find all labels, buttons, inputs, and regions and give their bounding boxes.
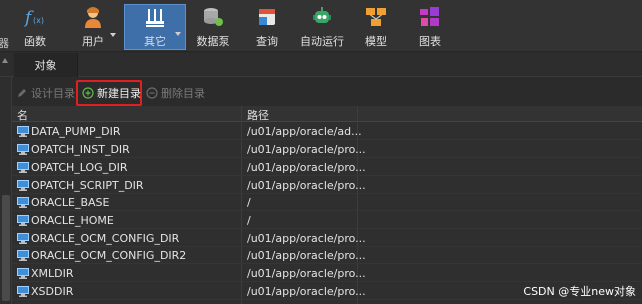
toolbar-model-label: 模型 [365,35,387,48]
header-name[interactable]: 名 [17,107,28,123]
table-row[interactable]: ORACLE_BASE / [12,194,642,211]
toolbar-datapump-button[interactable]: 数据泵 [196,4,230,50]
row-name: XSDDIR [31,285,74,298]
directory-icon [17,126,29,137]
row-path: / [247,214,251,227]
tab-row: 对象 [0,53,642,77]
user-icon [80,4,106,30]
toolbar-other-button[interactable]: 其它 [124,4,186,50]
table-row[interactable]: ORACLE_OCM_CONFIG_DIR2 /u01/app/oracle/p… [12,247,642,264]
table-row[interactable]: ORACLE_OCM_CONFIG_DIR /u01/app/oracle/pr… [12,230,642,247]
object-toolbar: 设计目录 新建目录 删除目录 [12,78,642,106]
watermark: CSDN @专业new对象 [523,285,636,298]
toolbar-user-label: 用户 [82,35,104,48]
pencil-icon [18,89,26,97]
toolbar-autorun-button[interactable]: 自动运行 [300,4,344,50]
row-name: ORACLE_OCM_CONFIG_DIR2 [31,249,187,262]
row-name: ORACLE_BASE [31,196,110,209]
new-directory-button[interactable]: 新建目录 [82,84,141,102]
row-name: ORACLE_HOME [31,214,114,227]
row-name: OPATCH_LOG_DIR [31,161,128,174]
data-pump-icon [200,4,226,30]
toolbar-chart-button[interactable]: 图表 [416,4,444,50]
svg-text:(x): (x) [33,16,44,25]
header-path[interactable]: 路径 [247,107,269,123]
tab-object-label: 对象 [34,59,57,72]
directory-icon [17,233,29,244]
toolbar-datapump-label: 数据泵 [196,35,230,48]
row-name: OPATCH_INST_DIR [31,143,130,156]
directory-table: 名 路径 DATA_PUMP_DIR /u01/app/oracle/ad...… [12,106,642,304]
tools-icon [142,5,168,30]
toolbar-query-label: 查询 [256,35,278,48]
tab-object[interactable]: 对象 [14,53,78,77]
table-row[interactable]: OPATCH_SCRIPT_DIR /u01/app/oracle/pro... [12,177,642,194]
row-path: /u01/app/oracle/pro... [247,161,366,174]
toolbar-function-label: 函数 [24,35,46,48]
row-name: XMLDIR [31,267,74,280]
chart-icon [417,4,443,30]
directory-icon [17,197,29,208]
add-circle-icon [82,87,94,99]
row-path: / [247,196,251,209]
toolbar-user-button[interactable]: 用户 [78,4,116,50]
directory-icon [17,144,29,155]
directory-icon [17,286,29,297]
toolbar-query-button[interactable]: 查询 [252,4,282,50]
table-header: 名 路径 [12,106,642,122]
pin-icon[interactable] [2,58,8,63]
scrollbar-thumb[interactable] [2,195,10,301]
row-name: OPATCH_SCRIPT_DIR [31,179,144,192]
directory-icon [17,162,29,173]
robot-icon [309,4,335,30]
design-directory-label: 设计目录 [31,87,75,100]
table-row[interactable]: ORACLE_HOME / [12,212,642,229]
chevron-down-icon[interactable] [175,32,181,36]
query-icon [254,4,280,30]
remove-circle-icon [146,87,158,99]
chevron-down-icon[interactable] [110,33,116,37]
toolbar-other-label: 其它 [144,35,166,48]
directory-icon [17,180,29,191]
row-path: /u01/app/oracle/pro... [247,267,366,280]
table-row[interactable]: XMLDIR /u01/app/oracle/pro... [12,265,642,282]
directory-icon [17,250,29,261]
model-icon [363,4,389,30]
row-path: /u01/app/oracle/ad... [247,125,362,138]
table-row[interactable]: DATA_PUMP_DIR /u01/app/oracle/ad... [12,123,642,140]
row-path: /u01/app/oracle/pro... [247,249,366,262]
left-panel-strip [0,77,12,304]
new-directory-label: 新建目录 [97,87,141,100]
main-toolbar: 器 f (x) 函数 用户 其它 数据泵 查询 自动运行 模型 图表 [0,0,642,52]
delete-directory-label: 删除目录 [161,87,205,100]
toolbar-function-button[interactable]: f (x) 函数 [20,4,50,50]
row-path: /u01/app/oracle/pro... [247,179,366,192]
toolbar-left-fragment: 器 [0,37,9,50]
row-path: /u01/app/oracle/pro... [247,143,366,156]
toolbar-chart-label: 图表 [419,35,441,48]
table-row[interactable]: OPATCH_INST_DIR /u01/app/oracle/pro... [12,141,642,158]
table-row[interactable]: OPATCH_LOG_DIR /u01/app/oracle/pro... [12,159,642,176]
toolbar-model-button[interactable]: 模型 [362,4,390,50]
design-directory-button[interactable]: 设计目录 [16,84,75,102]
row-name: DATA_PUMP_DIR [31,125,121,138]
delete-directory-button[interactable]: 删除目录 [146,84,205,102]
toolbar-autorun-label: 自动运行 [300,35,344,48]
row-name: ORACLE_OCM_CONFIG_DIR [31,232,180,245]
function-icon: f (x) [22,4,48,30]
directory-icon [17,268,29,279]
directory-icon [17,215,29,226]
toolbar-left-edge: 器 [0,0,9,52]
row-path: /u01/app/oracle/pro... [247,285,366,298]
row-path: /u01/app/oracle/pro... [247,232,366,245]
